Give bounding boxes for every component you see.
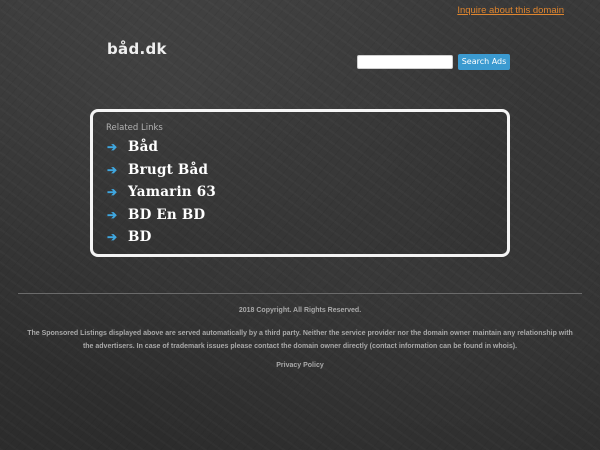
related-links-list: ➔ Båd ➔ Brugt Båd ➔ Yamarin 63 ➔ BD En B… [107, 136, 216, 249]
copyright-text: 2018 Copyright. All Rights Reserved. [238, 307, 362, 314]
arrow-right-icon: ➔ [107, 207, 118, 222]
related-link-item[interactable]: ➔ BD En BD [107, 204, 216, 227]
site-logo: båd.dk [107, 40, 167, 58]
footer-divider [18, 293, 582, 294]
related-link-label[interactable]: BD En BD [128, 207, 205, 223]
related-link-label[interactable]: Yamarin 63 [128, 184, 216, 200]
related-link-item[interactable]: ➔ Brugt Båd [107, 159, 216, 182]
related-link-item[interactable]: ➔ BD [107, 226, 216, 249]
disclaimer-text: The Sponsored Listings displayed above a… [27, 330, 573, 350]
related-link-item[interactable]: ➔ Båd [107, 136, 216, 159]
arrow-right-icon: ➔ [107, 162, 118, 177]
search-input[interactable] [357, 55, 453, 69]
arrow-right-icon: ➔ [107, 230, 118, 245]
related-links-panel: Related Links ➔ Båd ➔ Brugt Båd ➔ Yamari… [90, 109, 510, 257]
related-link-label[interactable]: BD [128, 229, 152, 245]
related-link-label[interactable]: Brugt Båd [128, 162, 208, 178]
arrow-right-icon: ➔ [107, 185, 118, 200]
related-links-title: Related Links [106, 123, 163, 133]
inquire-domain-link[interactable]: Inquire about this domain [457, 5, 564, 16]
related-link-label[interactable]: Båd [128, 139, 158, 155]
related-link-item[interactable]: ➔ Yamarin 63 [107, 181, 216, 204]
privacy-policy-link[interactable]: Privacy Policy [0, 362, 600, 369]
arrow-right-icon: ➔ [107, 140, 118, 155]
search-ads-button[interactable]: Search Ads [458, 54, 510, 70]
